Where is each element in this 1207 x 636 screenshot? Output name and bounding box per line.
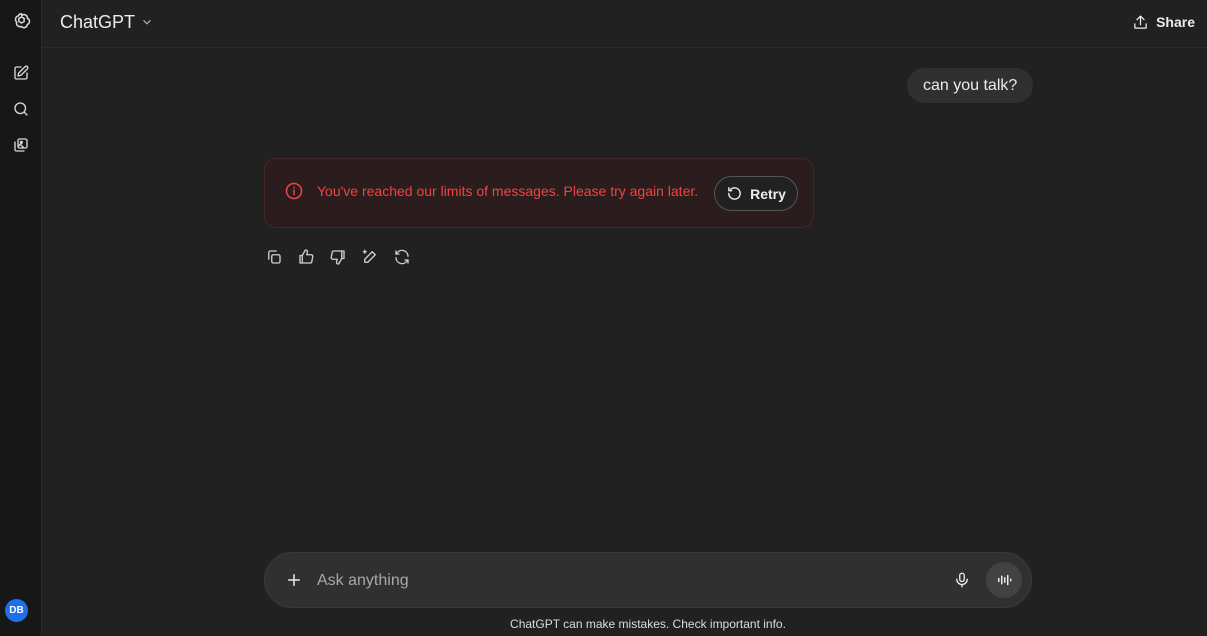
edit-canvas-button[interactable] (354, 241, 386, 273)
avatar-initials: DB (9, 605, 24, 616)
new-chat-button[interactable] (5, 57, 37, 89)
error-banner: You've reached our limits of messages. P… (264, 158, 814, 228)
voice-mode-button[interactable] (986, 562, 1022, 598)
dictate-button[interactable] (947, 565, 977, 595)
regenerate-button[interactable] (386, 241, 418, 273)
avatar[interactable]: DB (5, 599, 28, 622)
share-label: Share (1156, 14, 1195, 30)
retry-button[interactable]: Retry (714, 176, 798, 211)
error-message: You've reached our limits of messages. P… (317, 183, 699, 199)
edit-canvas-icon (362, 249, 376, 263)
search-icon (14, 102, 28, 116)
plus-icon (288, 574, 300, 586)
retry-label: Retry (750, 185, 786, 202)
model-name: ChatGPT (60, 11, 136, 32)
thumbs-up-button[interactable] (290, 241, 322, 273)
alert-circle-icon (284, 181, 304, 201)
library-button[interactable] (5, 129, 37, 161)
thumbs-down-button[interactable] (322, 241, 354, 273)
search-chats-button[interactable] (5, 93, 37, 125)
model-selector[interactable]: ChatGPT (54, 8, 160, 36)
user-message-text: can you talk? (923, 76, 1018, 94)
share-icon (1134, 14, 1147, 29)
microphone-icon (956, 572, 968, 588)
thumbs-down-icon (330, 250, 345, 265)
openai-logo-icon[interactable] (5, 5, 37, 37)
chevron-down-icon (143, 19, 151, 25)
user-message-bubble: can you talk? (907, 68, 1034, 103)
attach-button[interactable] (279, 565, 309, 595)
disclaimer-text: ChatGPT can make mistakes. Check importa… (510, 617, 786, 631)
voice-mode-icon (998, 574, 1012, 586)
app-root: DB ChatGPT Share can you talk? You've re… (0, 0, 1207, 636)
new-chat-icon (14, 65, 29, 80)
retry-icon (728, 187, 741, 200)
composer (264, 552, 1032, 608)
top-header: ChatGPT Share (42, 0, 1207, 48)
copy-icon (268, 250, 281, 264)
thumbs-up-icon (299, 249, 314, 264)
library-icon (14, 138, 28, 152)
message-actions (258, 241, 418, 273)
share-button[interactable]: Share (1128, 8, 1199, 36)
copy-button[interactable] (258, 241, 290, 273)
sidebar-rail: DB (0, 0, 42, 636)
regenerate-icon (395, 249, 409, 265)
prompt-input[interactable] (317, 567, 937, 595)
